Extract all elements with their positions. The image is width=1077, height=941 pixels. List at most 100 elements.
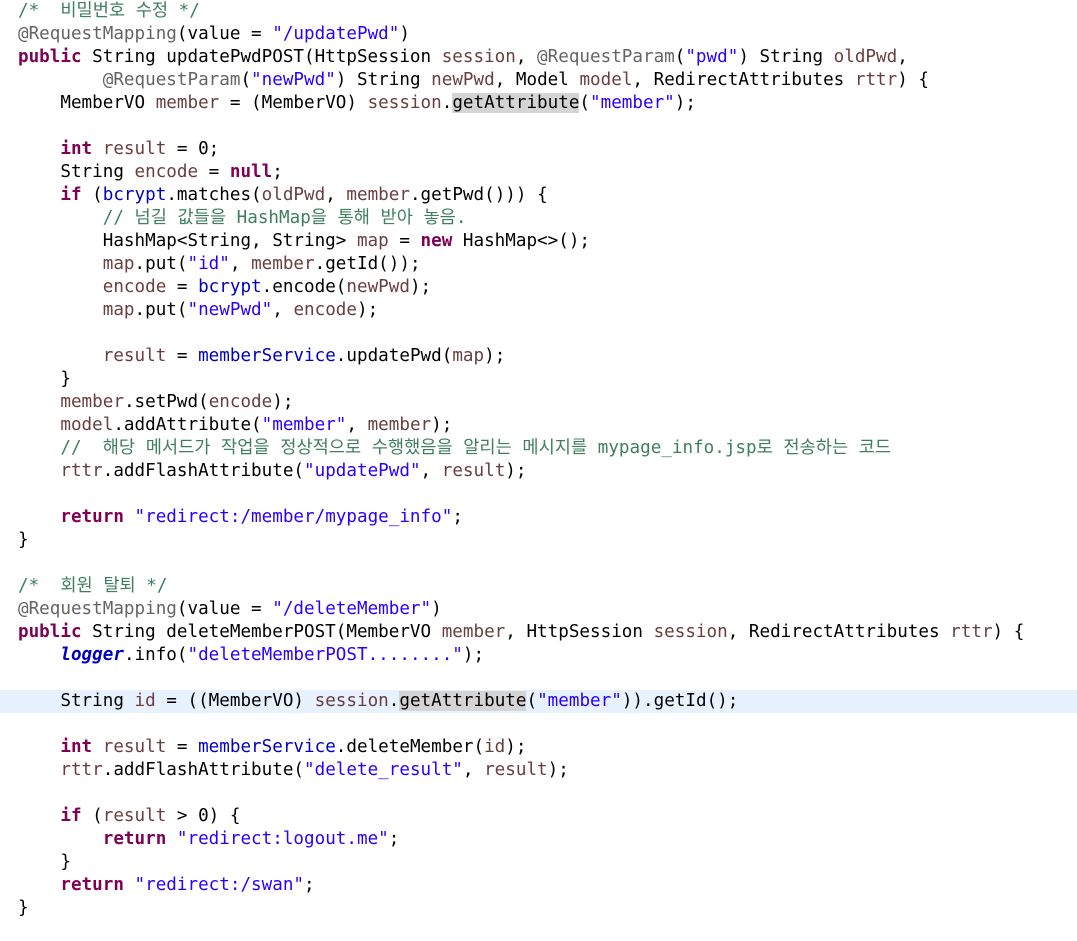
code-line[interactable]: encode = bcrypt.encode(newPwd); xyxy=(0,276,1077,299)
code-token: ( xyxy=(579,93,591,113)
code-token: , xyxy=(272,300,294,320)
code-line[interactable]: if (bcrypt.matches(oldPwd, member.getPwd… xyxy=(0,184,1077,207)
code-line[interactable] xyxy=(0,667,1077,690)
code-line[interactable]: rttr.addFlashAttribute("updatePwd", resu… xyxy=(0,460,1077,483)
code-line[interactable]: map.put("id", member.getId()); xyxy=(0,253,1077,276)
variable-token: map xyxy=(452,346,485,366)
code-line[interactable]: int result = 0; xyxy=(0,138,1077,161)
code-token: ); xyxy=(272,392,294,412)
code-line[interactable] xyxy=(0,782,1077,805)
variable-token: newPwd xyxy=(431,70,495,90)
code-token: , xyxy=(462,760,485,780)
current-code-line[interactable]: String id = ((MemberVO) session.getAttri… xyxy=(0,690,1077,713)
code-token: .addAttribute( xyxy=(113,415,262,435)
code-token: , xyxy=(897,47,908,67)
code-line[interactable]: String encode = null; xyxy=(0,161,1077,184)
code-token: ); xyxy=(409,277,432,297)
code-line[interactable]: return "redirect:logout.me"; xyxy=(0,828,1077,851)
code-token: ( xyxy=(81,806,103,826)
code-line[interactable]: } xyxy=(0,851,1077,874)
code-line[interactable]: rttr.addFlashAttribute("delete_result", … xyxy=(0,759,1077,782)
code-line[interactable]: // 넘길 값들을 HashMap을 통해 받아 놓음. xyxy=(0,207,1077,230)
variable-token: member xyxy=(346,185,410,205)
variable-token: oldPwd xyxy=(833,47,898,67)
code-token: = xyxy=(388,231,421,251)
string-literal: "newPwd" xyxy=(187,300,273,320)
string-literal: "/deleteMember" xyxy=(272,599,432,619)
code-line[interactable]: } xyxy=(0,529,1077,552)
code-line[interactable] xyxy=(0,483,1077,506)
code-line[interactable]: return "redirect:/swan"; xyxy=(0,874,1077,897)
keyword-token: int xyxy=(60,139,93,159)
code-line[interactable]: @RequestMapping(value = "/updatePwd") xyxy=(0,23,1077,46)
variable-token: model xyxy=(579,70,633,90)
code-line[interactable]: map.put("newPwd", encode); xyxy=(0,299,1077,322)
annotation-token: @RequestMapping xyxy=(18,24,177,44)
occurrence-highlight: getAttribute xyxy=(452,93,580,113)
annotation-token: @RequestParam xyxy=(537,47,675,67)
comment-token: /* 비밀번호 수정 */ xyxy=(18,1,200,21)
code-token: .matches( xyxy=(166,185,262,205)
code-token: (value = xyxy=(176,599,273,619)
code-line[interactable] xyxy=(0,713,1077,736)
code-line[interactable]: public String deleteMemberPOST(MemberVO … xyxy=(0,621,1077,644)
variable-token: member xyxy=(367,415,432,435)
code-line[interactable] xyxy=(0,552,1077,575)
code-line[interactable]: } xyxy=(0,897,1077,920)
code-line[interactable]: logger.info("deleteMemberPOST........"); xyxy=(0,644,1077,667)
variable-token: result xyxy=(102,139,167,159)
code-token: ); xyxy=(462,645,485,665)
keyword-token: public xyxy=(18,47,82,67)
code-line[interactable]: result = memberService.updatePwd(map); xyxy=(0,345,1077,368)
variable-token: member xyxy=(155,93,220,113)
keyword-token: null xyxy=(229,162,273,182)
keyword-token: return xyxy=(102,829,167,849)
code-token: .put( xyxy=(134,300,188,320)
code-token: .deleteMember( xyxy=(335,737,485,757)
keyword-token: new xyxy=(420,231,453,251)
code-line[interactable]: /* 비밀번호 수정 */ xyxy=(0,0,1077,23)
code-editor[interactable]: /* 비밀번호 수정 */@RequestMapping(value = "/u… xyxy=(0,0,1077,941)
code-line[interactable]: // 해당 메서드가 작업을 정상적으로 수행했음을 알리는 메시지를 mypa… xyxy=(0,437,1077,460)
variable-token: encode xyxy=(102,277,167,297)
field-token: bcrypt xyxy=(198,277,262,297)
code-line[interactable]: MemberVO member = (MemberVO) session.get… xyxy=(0,92,1077,115)
code-token: ); xyxy=(505,737,527,757)
code-line[interactable]: /* 회원 탈퇴 */ xyxy=(0,575,1077,598)
code-line[interactable]: member.setPwd(encode); xyxy=(0,391,1077,414)
code-line[interactable]: int result = memberService.deleteMember(… xyxy=(0,736,1077,759)
code-line[interactable]: return "redirect:/member/mypage_info"; xyxy=(0,506,1077,529)
code-line[interactable]: @RequestParam("newPwd") String newPwd, M… xyxy=(0,69,1077,92)
variable-token: encode xyxy=(208,392,273,412)
code-line[interactable]: HashMap<String, String> map = new HashMa… xyxy=(0,230,1077,253)
code-token: ); xyxy=(505,461,527,481)
variable-token: result xyxy=(441,461,506,481)
code-line[interactable]: @RequestMapping(value = "/deleteMember") xyxy=(0,598,1077,621)
string-literal: "/updatePwd" xyxy=(272,24,400,44)
string-literal: "redirect:/member/mypage_info" xyxy=(134,507,453,527)
variable-token: oldPwd xyxy=(261,185,326,205)
code-line[interactable]: if (result > 0) { xyxy=(0,805,1077,828)
variable-token: map xyxy=(356,231,389,251)
variable-token: session xyxy=(441,47,516,67)
code-token: String xyxy=(18,691,135,711)
code-line[interactable]: model.addAttribute("member", member); xyxy=(0,414,1077,437)
string-literal: "redirect:/swan" xyxy=(134,875,305,895)
code-line[interactable]: public String updatePwdPOST(HttpSession … xyxy=(0,46,1077,69)
code-token: , xyxy=(325,185,347,205)
keyword-token: if xyxy=(60,806,82,826)
string-literal: "pwd" xyxy=(685,47,739,67)
code-line[interactable]: } xyxy=(0,368,1077,391)
code-token: , xyxy=(346,415,368,435)
code-line[interactable] xyxy=(0,322,1077,345)
code-line[interactable] xyxy=(0,115,1077,138)
code-token: ; xyxy=(388,829,400,849)
code-token: .updatePwd( xyxy=(335,346,453,366)
